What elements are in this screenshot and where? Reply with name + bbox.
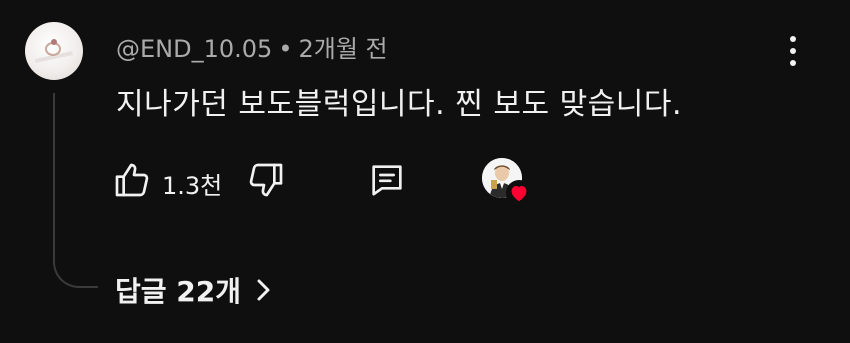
avatar-ring-gem [51, 39, 57, 45]
reply-button[interactable] [367, 160, 407, 200]
dislike-button[interactable] [246, 160, 286, 200]
heart-icon [511, 186, 527, 202]
thumbs-up-icon [115, 163, 149, 197]
view-replies-button[interactable]: 답글 22개 [115, 270, 273, 310]
more-dot [790, 36, 796, 42]
comment-meta: @END_10.05 • 2개월 전 [116, 29, 388, 64]
comment-bubble-icon [372, 165, 402, 196]
meta-separator: • [278, 35, 293, 63]
creator-heart-badge [482, 158, 534, 208]
more-dot [790, 48, 796, 54]
heart-badge [506, 180, 532, 206]
chevron-right-icon [257, 279, 270, 301]
comment-text: 지나가던 보도블럭입니다. 찐 보도 맞습니다. [116, 87, 683, 122]
more-dot [790, 60, 796, 66]
more-options-button[interactable] [780, 34, 806, 68]
thumbs-down-icon [249, 163, 283, 197]
author-handle[interactable]: @END_10.05 [116, 35, 272, 63]
author-avatar[interactable] [25, 22, 83, 80]
thread-connector-line [53, 93, 98, 288]
comment-time[interactable]: 2개월 전 [298, 35, 387, 63]
like-count: 1.3천 [162, 172, 223, 200]
replies-count-label: 답글 22개 [115, 275, 241, 308]
like-button[interactable] [112, 160, 152, 200]
